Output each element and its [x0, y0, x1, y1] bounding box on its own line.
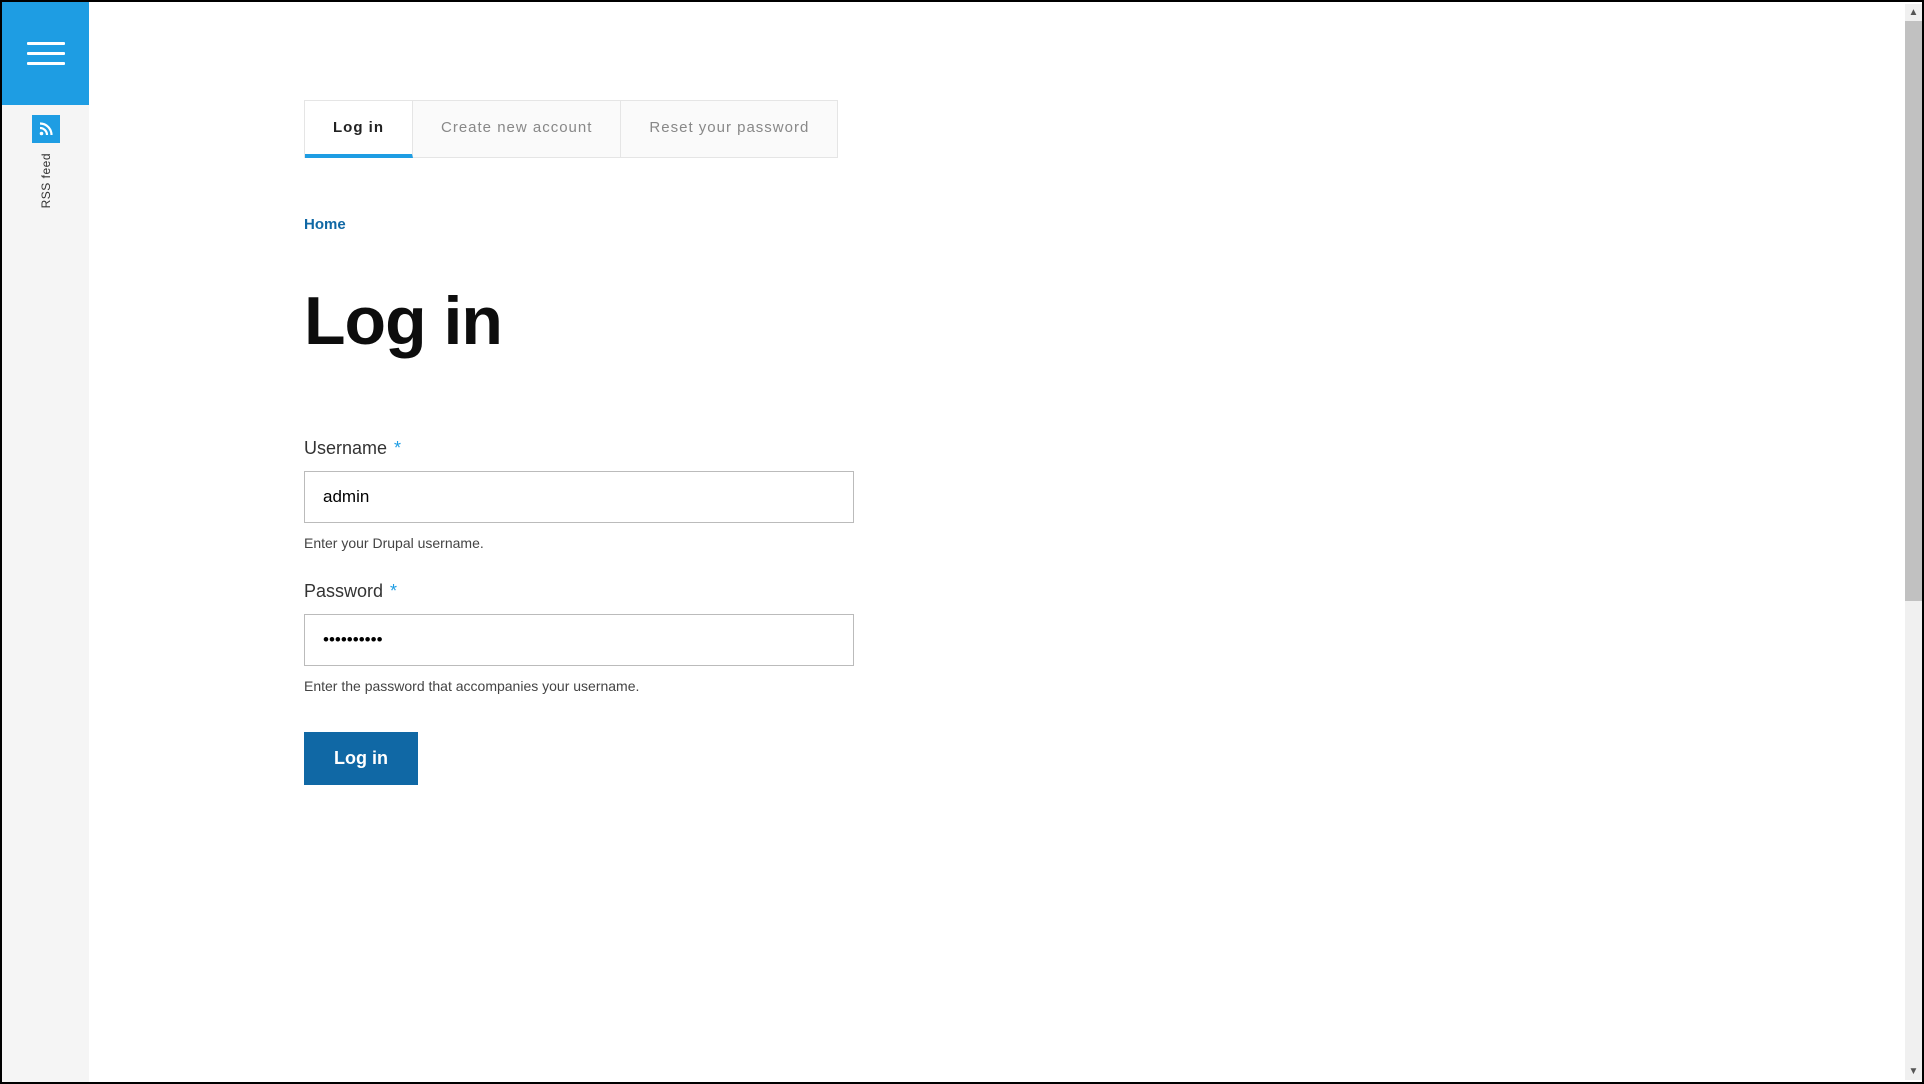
menu-toggle-button[interactable] — [2, 2, 89, 105]
username-label: Username * — [304, 438, 1224, 459]
tab-log-in[interactable]: Log in — [305, 101, 413, 158]
hamburger-icon — [27, 42, 65, 65]
breadcrumb-home[interactable]: Home — [304, 216, 346, 233]
scrollbar-up-button[interactable]: ▲ — [1905, 4, 1922, 21]
username-field-group: Username * Enter your Drupal username. — [304, 438, 1224, 551]
main-content: Log in Create new account Reset your pas… — [89, 2, 1922, 1082]
breadcrumb: Home — [304, 216, 1224, 234]
scrollbar-down-button[interactable]: ▼ — [1905, 1063, 1922, 1080]
sidebar: RSS feed — [2, 2, 89, 1082]
password-label: Password * — [304, 581, 1224, 602]
page-title: Log in — [304, 282, 1224, 360]
tab-create-account[interactable]: Create new account — [413, 101, 621, 157]
tabs: Log in Create new account Reset your pas… — [304, 100, 838, 158]
tab-reset-password[interactable]: Reset your password — [621, 101, 837, 157]
login-button[interactable]: Log in — [304, 732, 418, 785]
required-indicator: * — [385, 581, 397, 601]
login-form: Username * Enter your Drupal username. P… — [304, 438, 1224, 785]
scrollbar-thumb[interactable] — [1905, 21, 1922, 601]
rss-sidebar-item[interactable]: RSS feed — [2, 115, 89, 208]
username-help: Enter your Drupal username. — [304, 535, 1224, 551]
password-input[interactable] — [304, 614, 854, 666]
scrollbar[interactable]: ▲ ▼ — [1905, 4, 1922, 1080]
password-field-group: Password * Enter the password that accom… — [304, 581, 1224, 694]
rss-icon — [32, 115, 60, 143]
username-input[interactable] — [304, 471, 854, 523]
rss-label: RSS feed — [39, 153, 53, 208]
password-help: Enter the password that accompanies your… — [304, 678, 1224, 694]
required-indicator: * — [389, 438, 401, 458]
